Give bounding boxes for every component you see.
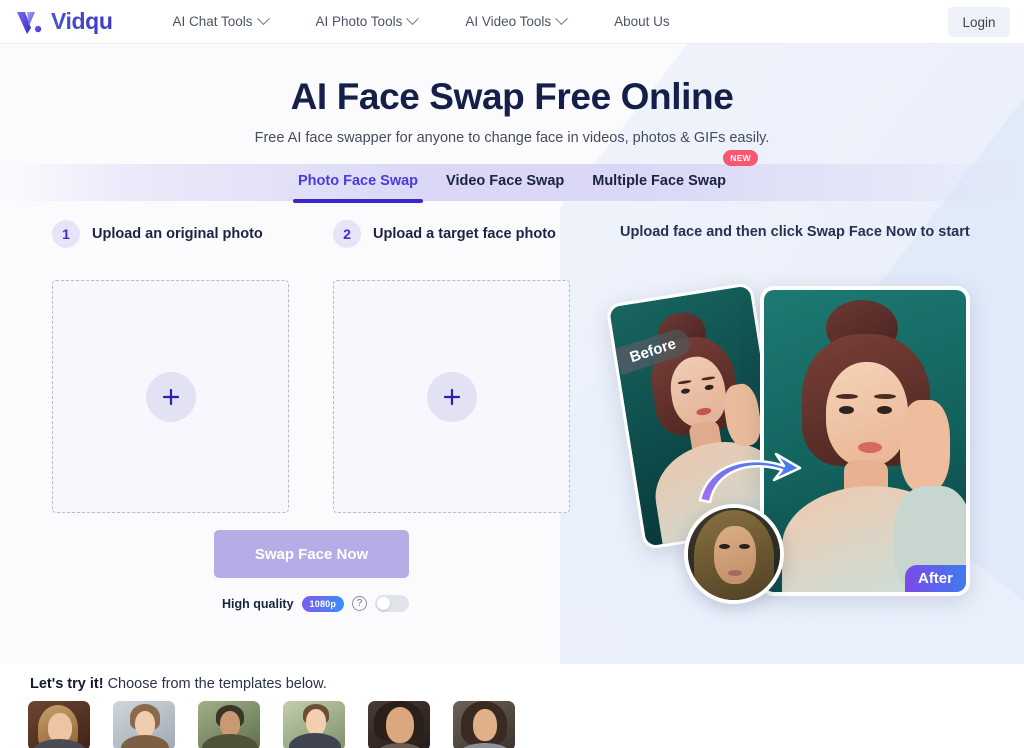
tab-label: Photo Face Swap [297,173,419,189]
tab-label: Video Face Swap [446,173,565,189]
before-after-preview: Before After [600,270,1000,620]
template-5-face [386,707,414,743]
step-2-label: Upload a target face photo [373,226,556,242]
nav-label: About Us [614,14,670,29]
step-1: 1 Upload an original photo [52,220,263,248]
template-6-face [473,709,497,741]
logo-text: Vidqu [51,8,113,34]
page-root: Vidqu AI Chat Tools AI Photo Tools AI Vi… [0,0,1024,748]
nav-label: AI Chat Tools [172,14,253,29]
after-photo [764,290,966,592]
swap-hint-text: Upload face and then click Swap Face Now… [620,224,970,240]
after-brow-left [836,394,858,399]
upload-target-face-dropzone[interactable] [333,280,570,513]
template-list [28,701,1024,748]
templates-title-bold: Let's try it! [30,676,104,692]
swap-face-now-button[interactable]: Swap Face Now [214,530,409,578]
hero-section: AI Face Swap Free Online Free AI face sw… [0,44,1024,146]
avatar-eye-right [739,544,750,549]
nav-item-ai-photo-tools[interactable]: AI Photo Tools [292,12,442,29]
step-2-number: 2 [333,220,361,248]
chevron-down-icon [406,12,420,26]
template-item-3[interactable] [198,701,260,748]
plus-icon [426,371,477,422]
new-badge: NEW [723,150,758,166]
template-item-1[interactable] [28,701,90,748]
template-4-face [306,709,326,735]
main-nav: AI Chat Tools AI Photo Tools AI Video To… [148,12,694,29]
site-header: Vidqu AI Chat Tools AI Photo Tools AI Vi… [0,0,1024,44]
template-item-5[interactable] [368,701,430,748]
swap-arrow-icon [692,448,804,513]
step-2: 2 Upload a target face photo [333,220,556,248]
page-subtitle: Free AI face swapper for anyone to chang… [254,130,770,146]
template-2-face [135,711,155,737]
after-label: After [904,565,966,592]
after-eye-right [877,406,892,414]
high-quality-toggle[interactable] [375,595,410,612]
resolution-badge: 1080p [301,595,345,612]
page-title: AI Face Swap Free Online [290,76,734,117]
tab-bar: Photo Face Swap Video Face Swap Multiple… [0,150,1024,210]
tab-video-face-swap[interactable]: Video Face Swap [432,164,578,198]
nav-label: AI Photo Tools [315,14,403,29]
step-headers: 1 Upload an original photo 2 Upload a ta… [0,220,1024,254]
nav-item-ai-video-tools[interactable]: AI Video Tools [441,12,590,29]
chevron-down-icon [256,12,270,26]
step-1-number: 1 [52,220,80,248]
toggle-knob [377,597,391,610]
nav-item-about-us[interactable]: About Us [590,14,694,29]
tab-photo-face-swap[interactable]: Photo Face Swap [284,164,432,203]
vidqu-logo-icon [16,9,44,35]
templates-title-rest: Choose from the templates below. [103,676,327,692]
step-1-label: Upload an original photo [92,226,263,242]
avatar-lips [728,570,742,576]
after-brow-right [874,394,896,399]
after-image-card: After [760,286,970,596]
tab-label: Multiple Face Swap [592,173,726,189]
template-item-4[interactable] [283,701,345,748]
avatar-eye-left [719,544,730,549]
after-eye-left [839,406,854,414]
templates-title: Let's try it! Choose from the templates … [30,676,1024,692]
quality-label: High quality [222,596,294,611]
quality-settings-row: High quality 1080p ? [222,595,410,612]
logo[interactable]: Vidqu [16,8,113,35]
template-item-2[interactable] [113,701,175,748]
template-item-6[interactable] [453,701,515,748]
templates-section: Let's try it! Choose from the templates … [0,664,1024,748]
nav-label: AI Video Tools [465,14,552,29]
login-button[interactable]: Login [948,7,1010,37]
upload-original-photo-dropzone[interactable] [52,280,289,513]
help-icon[interactable]: ? [352,596,368,611]
tab-multiple-face-swap[interactable]: Multiple Face Swap NEW [578,150,758,198]
chevron-down-icon [555,12,569,26]
nav-item-ai-chat-tools[interactable]: AI Chat Tools [148,12,291,29]
after-lips [858,442,882,453]
target-face-avatar [684,504,784,604]
plus-icon [145,371,196,422]
after-arm [900,400,950,492]
